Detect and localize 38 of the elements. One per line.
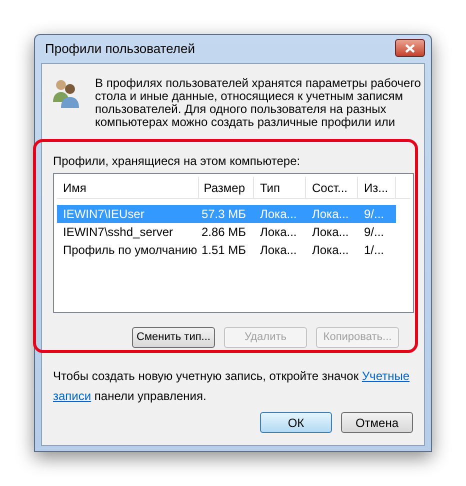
table-cell-text: 9/...	[363, 206, 386, 223]
table-cell-text: IEWIN7\sshd_server	[62, 224, 174, 241]
description-text: В профилях пользователей хранятся параметры рабочего	[95, 77, 421, 90]
users-icon	[52, 77, 80, 109]
table-cell-text: Лока...	[311, 224, 350, 241]
window-title: Профили пользователей	[45, 40, 195, 58]
table-row[interactable]: IEWIN7\sshd_server 2.86 МБ Лока... Лока... 9/...	[57, 223, 396, 241]
profiles-list[interactable]: Имя Размер Тип Сост... Из... IEWIN7\IEUser 57.3 МБ Лока... Лока... 9/... IEWIN7\sshd_server 2.86 МБ Лока... Лока... 9/... Профиль по умолчанию 1.51 МБ Лока... Лока... 1/...	[53, 173, 414, 313]
table-cell-text: 9/...	[363, 224, 386, 241]
column-header[interactable]: Из...	[358, 177, 396, 198]
column-header[interactable]: Имя	[57, 177, 199, 198]
accounts-link[interactable]: записи	[53, 389, 92, 403]
table-cell-text: IEWIN7\IEUser	[62, 206, 146, 223]
column-header[interactable]: Тип	[254, 177, 306, 198]
table-cell-text: Лока...	[259, 242, 298, 259]
description-text: компьютерах можно создать различные профили или	[95, 116, 396, 129]
table-cell-text: 2.86 МБ	[200, 224, 247, 241]
group-label: Профили, хранящиеся на этом компьютере:	[53, 154, 302, 168]
table-cell-text: 1.51 МБ	[200, 242, 247, 259]
column-header[interactable]: Сост...	[306, 177, 358, 198]
table-cell-text: Лока...	[259, 224, 298, 241]
close-button[interactable]	[395, 39, 425, 57]
table-cell-text: Профиль по умолчанию	[62, 242, 198, 259]
description-text: пользователей. Для одного пользователя на разных	[95, 103, 388, 116]
dialog-button[interactable]: ОК	[260, 412, 332, 433]
profile-button[interactable]: Сменить тип...	[132, 327, 215, 348]
footer-text: Чтобы создать новую учетную запись, откройте значок Учетные записи панели управления.	[53, 368, 411, 405]
column-header[interactable]: Размер	[199, 177, 254, 198]
close-icon	[405, 44, 415, 52]
dialog-button[interactable]: Отмена	[341, 412, 413, 433]
table-row[interactable]: Профиль по умолчанию 1.51 МБ Лока... Лока... 1/...	[57, 241, 396, 259]
table-cell-text: 57.3 МБ	[200, 206, 247, 223]
table-cell-text: Лока...	[311, 242, 350, 259]
table-cell-text: Лока...	[311, 206, 350, 223]
table-cell-text: 1/...	[363, 242, 386, 259]
accounts-link[interactable]: Учетные	[362, 369, 410, 383]
table-cell-text: Лока...	[259, 206, 298, 223]
description-text: стола и иные данные, относящиеся к учетным записям	[95, 90, 404, 103]
